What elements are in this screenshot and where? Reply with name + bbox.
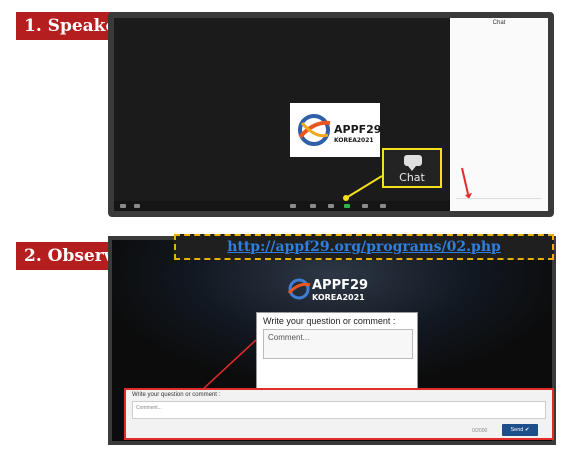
zoom-annotation-line xyxy=(201,339,257,391)
observer-web-view: APPF29 KOREA2021 Write your question or … xyxy=(108,236,556,445)
chat-panel: Chat xyxy=(450,18,548,211)
send-button-label: Send xyxy=(510,427,524,433)
observer-url-banner: http://appf29.org/programs/02.php xyxy=(174,234,554,260)
comment-bar-placeholder: Comment... xyxy=(136,405,162,411)
char-count: 0/2000 xyxy=(472,428,488,434)
speaker-zoom-window: APPF29 KOREA2021 Chat Chat xyxy=(108,12,554,217)
red-arrow-annotation xyxy=(461,167,472,199)
send-button[interactable]: Send ✔ xyxy=(502,424,538,436)
comment-bar-heading: Write your question or comment : xyxy=(132,392,221,398)
zoom-video-stage: APPF29 KOREA2021 Chat xyxy=(114,18,450,211)
share-icon[interactable] xyxy=(310,204,316,208)
participants-icon[interactable] xyxy=(290,204,296,208)
share-screen-icon[interactable] xyxy=(344,204,350,208)
comment-bar-textarea[interactable]: Comment... xyxy=(132,401,546,419)
send-icon: ✔ xyxy=(524,427,530,433)
chat-message-input[interactable] xyxy=(456,198,542,206)
mute-icon[interactable] xyxy=(120,204,126,208)
video-icon[interactable] xyxy=(134,204,140,208)
record-icon[interactable] xyxy=(362,204,368,208)
zoom-toolbar xyxy=(114,201,450,211)
reactions-icon[interactable] xyxy=(380,204,386,208)
callout-connector xyxy=(343,175,383,201)
observer-url-link[interactable]: http://appf29.org/programs/02.php xyxy=(176,239,552,255)
chat-toolbar-icon[interactable] xyxy=(328,204,334,208)
comment-bar: Write your question or comment : Comment… xyxy=(124,388,554,440)
